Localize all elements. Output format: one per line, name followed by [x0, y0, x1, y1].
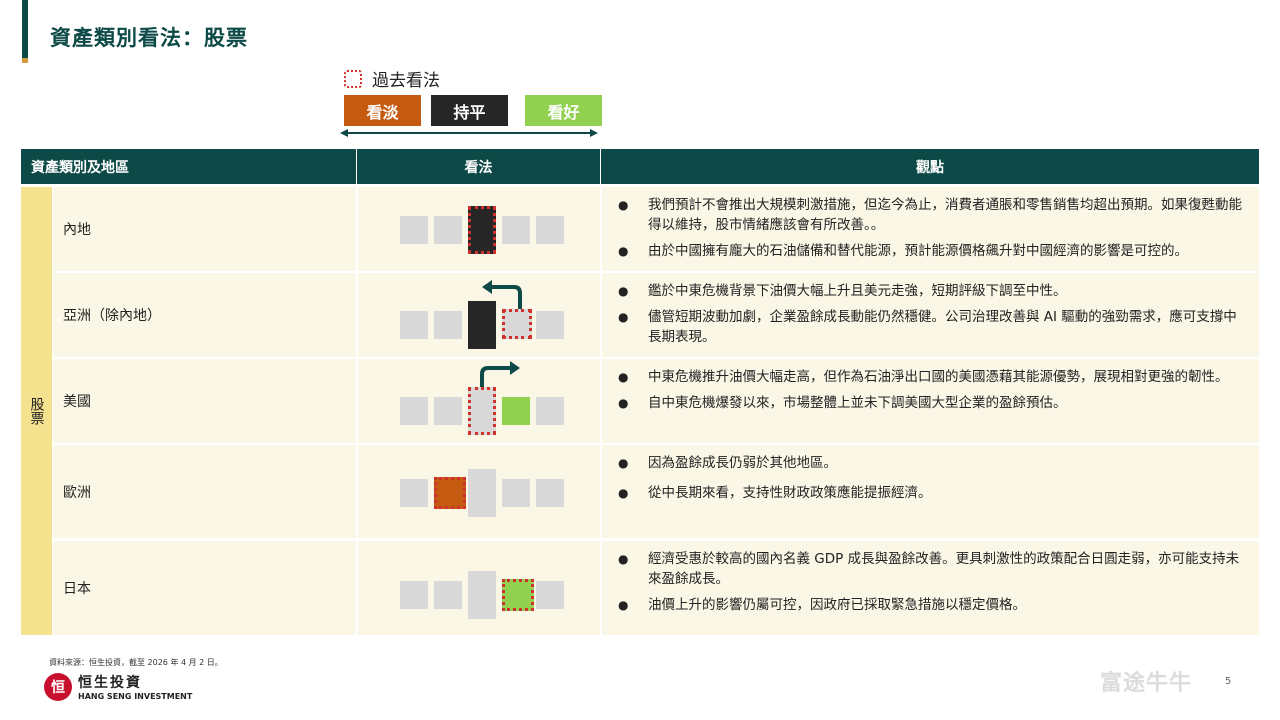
region-label: 內地 — [63, 222, 91, 238]
bullet-icon: ● — [618, 284, 629, 298]
comment-item: ● 中東危機推升油價大幅走高，但作為石油淨出口國的美國憑藉其能源優勢，展現相對更強… — [618, 369, 1229, 385]
scale-slot-1 — [400, 216, 428, 244]
region-label: 亞洲（除內地） — [63, 308, 161, 324]
scale-slot-2 — [434, 216, 462, 244]
page-number: 5 — [1225, 676, 1232, 687]
header-region: 資產類別及地區 — [21, 149, 356, 184]
scale-slot-2 — [434, 311, 462, 339]
scale-slot-3-past — [468, 387, 496, 435]
view-cell — [358, 445, 600, 538]
bullet-icon: ● — [618, 310, 629, 324]
title-accent-gold — [22, 58, 28, 63]
scale-slot-1 — [400, 581, 428, 609]
comment-item: ● 因為盈餘成長仍弱於其他地區。 — [618, 455, 837, 471]
view-cell — [358, 187, 600, 271]
watermark: 富途牛牛 — [1100, 671, 1193, 696]
comments-cell: ● 經濟受惠於較高的國內名義 GDP 成長與盈餘改善。更具刺激性的政策配合日圓走弱… — [602, 541, 1259, 635]
scale-slot-4 — [502, 216, 530, 244]
region-label: 歐洲 — [63, 484, 91, 501]
scale-slot-5 — [536, 397, 564, 425]
comment-item: ● 從中長期來看，支持性財政政策應能提振經濟。 — [618, 485, 932, 501]
comments-cell: ● 中東危機推升油價大幅走高，但作為石油淨出口國的美國憑藉其能源優勢，展現相對更強… — [602, 359, 1259, 443]
scale-slot-5 — [536, 311, 564, 339]
region-cell: 歐洲 — [53, 445, 356, 538]
region-cell: 亞洲（除內地） — [53, 273, 356, 357]
bullet-icon: ● — [618, 244, 629, 258]
scale-slot-3-current — [468, 206, 496, 254]
legend-bear: 看淡 — [344, 95, 421, 126]
legend-scale: 看淡 持平 看好 — [344, 95, 602, 126]
scale-slot-1 — [400, 311, 428, 339]
bullet-icon: ● — [618, 396, 629, 410]
page-title: 資產類別看法：股票 — [50, 26, 248, 50]
region-label: 日本 — [63, 581, 91, 597]
scale-slot-3-current — [468, 301, 496, 349]
scale-slot-5 — [536, 581, 564, 609]
bullet-icon: ● — [618, 552, 629, 566]
bullet-icon: ● — [618, 198, 629, 212]
bullet-icon: ● — [618, 456, 629, 470]
comment-item: ● 經濟受惠於較高的國內名義 GDP 成長與盈餘改善。更具刺激性的政策配合日圓走弱… — [618, 551, 1240, 587]
scale-slot-3 — [468, 571, 496, 619]
comment-item: ● 我們預計不會推出大規模刺激措施，但迄今為止，消費者通脹和零售銷售均超出預期。如… — [618, 197, 1242, 233]
scale-slot-4-past — [502, 309, 532, 339]
hang-seng-logo-icon: 恒 — [44, 672, 72, 701]
scale-slot-4 — [502, 479, 530, 507]
past-view-marker-icon — [344, 69, 362, 88]
comment-item: ● 儘管短期波動加劇，企業盈餘成長動能仍然穩健。公司治理改善與 AI 驅動的強勁需… — [618, 309, 1237, 345]
legend-past-view: 過去看法 — [344, 66, 440, 91]
region-cell: 內地 — [53, 187, 356, 271]
comment-item: ● 鑑於中東危機背景下油價大幅上升且美元走強，短期評級下調至中性。 — [618, 283, 1067, 299]
logo-name-en: HANG SENG INVESTMENT — [78, 692, 193, 701]
legend-bull: 看好 — [525, 95, 602, 126]
header-comments: 觀點 — [601, 149, 1259, 184]
scale-slot-1 — [400, 479, 428, 507]
comment-item: ● 自中東危機爆發以來，市場整體上並未下調美國大型企業的盈餘預估。 — [618, 395, 1067, 411]
scale-slot-4-current — [502, 579, 534, 611]
category-label: 股票 — [28, 397, 45, 425]
category-cell: 股票 — [21, 187, 52, 635]
view-cell — [358, 359, 600, 443]
comments-cell: ● 鑑於中東危機背景下油價大幅上升且美元走強，短期評級下調至中性。 ● 儘管短期波動… — [602, 273, 1259, 357]
scale-slot-1 — [400, 397, 428, 425]
scale-slot-4-current — [502, 397, 530, 425]
region-cell: 美國 — [53, 359, 356, 443]
scale-slot-5 — [536, 479, 564, 507]
source-note: 資料來源：恒生投資，截至 2026 年 4 月 2 日。 — [49, 658, 223, 667]
legend-past-view-label: 過去看法 — [372, 71, 440, 91]
bullet-icon: ● — [618, 370, 629, 384]
comment-item: ● 油價上升的影響仍屬可控，因政府已採取緊急措施以穩定價格。 — [618, 597, 1026, 613]
view-cell — [358, 541, 600, 635]
bullet-icon: ● — [618, 486, 629, 500]
company-logo: 恒 恒生投資 HANG SENG INVESTMENT — [44, 672, 192, 701]
region-cell: 日本 — [53, 541, 356, 635]
scale-slot-2 — [434, 397, 462, 425]
header-view: 看法 — [357, 149, 600, 184]
upgrade-arrow-icon — [480, 361, 520, 390]
scale-slot-2-current — [434, 477, 466, 509]
view-cell — [358, 273, 600, 357]
bullet-icon: ● — [618, 598, 629, 612]
region-label: 美國 — [63, 394, 91, 410]
scale-slot-2 — [434, 581, 462, 609]
comments-cell: ● 因為盈餘成長仍弱於其他地區。 ● 從中長期來看，支持性財政政策應能提振經濟。 — [602, 445, 1259, 538]
legend-double-arrow-icon — [340, 129, 598, 137]
legend-neutral: 持平 — [431, 95, 508, 126]
comment-item: ● 由於中國擁有龐大的石油儲備和替代能源，預計能源價格飆升對中國經濟的影響是可控的… — [618, 243, 1188, 259]
scale-slot-3 — [468, 469, 496, 517]
scale-slot-5 — [536, 216, 564, 244]
logo-name-zh: 恒生投資 — [78, 675, 142, 691]
title-accent-bar — [22, 0, 28, 62]
comments-cell: ● 我們預計不會推出大規模刺激措施，但迄今為止，消費者通脹和零售銷售均超出預期。如… — [602, 187, 1259, 271]
